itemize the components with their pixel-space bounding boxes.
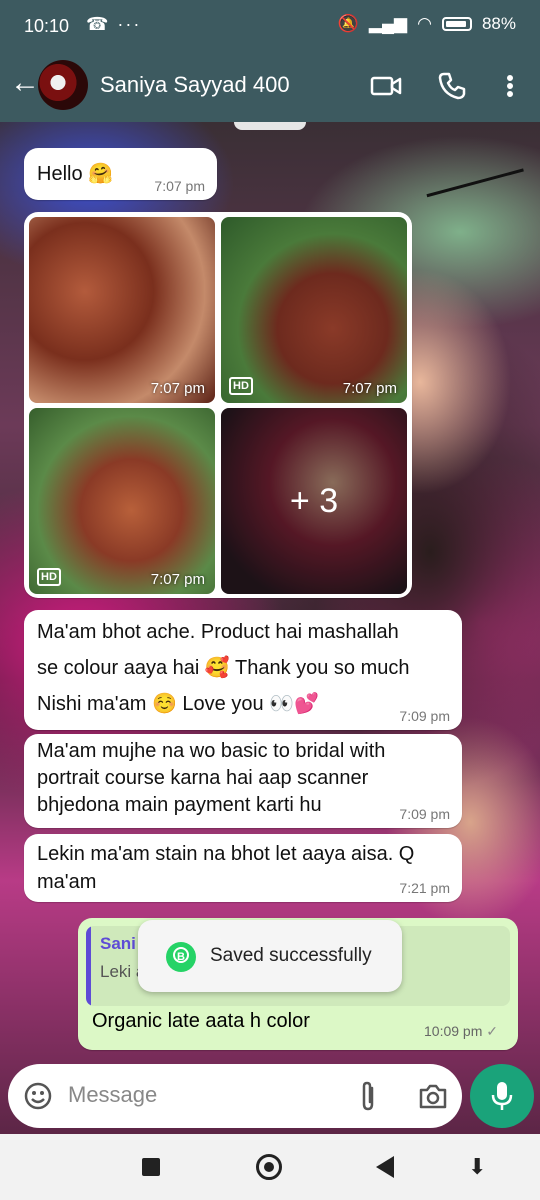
message-line: Ma'am bhot ache. Product hai mashallah [37, 621, 399, 643]
avatar[interactable] [38, 60, 88, 110]
photo-time: 7:07 pm [342, 380, 397, 397]
home-icon[interactable] [256, 1154, 282, 1180]
mute-icon: 🔕 [337, 14, 359, 33]
message-composer[interactable]: Message [8, 1064, 462, 1128]
message-time: 7:21 pm [399, 880, 450, 896]
hd-badge-icon: HD [229, 377, 253, 395]
nav-back-icon[interactable] [376, 1156, 394, 1178]
message-line: Nishi ma'am ☺️ Love you 👀💕 [37, 693, 319, 715]
status-time: 10:10 [24, 16, 70, 36]
video-call-icon[interactable] [370, 70, 402, 102]
photo-album[interactable]: 7:07 pm HD 7:07 pm HD 7:07 pm + 3 [24, 212, 412, 598]
hd-badge-icon: HD [37, 568, 61, 586]
toast: Saved successfully [138, 920, 402, 992]
message-line: se colour aaya hai 🥰 Thank you so much [37, 657, 410, 679]
battery-icon [441, 17, 472, 31]
system-nav-bar: ⬇ [0, 1134, 540, 1200]
signal-icon: ▂▄▆ [368, 14, 408, 33]
message-2[interactable]: Ma'am mujhe na wo basic to bridal with p… [24, 734, 462, 828]
quote-author: Sani [100, 934, 136, 953]
message-time: 7:07 pm [154, 178, 205, 194]
message-line: portrait course karna hai aap scanner [37, 767, 369, 789]
wifi-icon: ◠ [417, 14, 432, 33]
emoji-icon[interactable] [24, 1082, 52, 1110]
message-3[interactable]: Lekin ma'am stain na bhot let aaya aisa.… [24, 834, 462, 902]
album-photo-1[interactable]: 7:07 pm [29, 217, 215, 403]
message-text: Hello 🤗 [37, 163, 114, 185]
microphone-icon [491, 1082, 513, 1110]
message-time-value: 10:09 pm [424, 1023, 483, 1039]
voice-call-icon[interactable] [436, 70, 468, 102]
message-time: 7:09 pm [399, 806, 450, 822]
status-bar: 10:10 ☎ ··· 🔕 ▂▄▆ ◠ 88% [0, 0, 540, 52]
sent-tick-icon: ✓ [486, 1023, 498, 1039]
contact-name[interactable]: Saniya Sayyad 400 [100, 72, 290, 98]
message-line: Lekin ma'am stain na bhot let aaya aisa.… [37, 843, 415, 865]
album-photo-2[interactable]: HD 7:07 pm [221, 217, 407, 403]
message-text: Organic late aata h color [92, 1010, 310, 1032]
message-line: ma'am [37, 871, 97, 893]
photo-time: 7:07 pm [150, 571, 205, 588]
message-hello[interactable]: Hello 🤗 7:07 pm [24, 148, 217, 200]
message-time: 10:09 pm ✓ [424, 1023, 498, 1040]
toast-text: Saved successfully [210, 945, 372, 966]
message-1[interactable]: Ma'am bhot ache. Product hai mashallah s… [24, 610, 462, 730]
message-line: bhjedona main payment karti hu [37, 794, 322, 816]
recents-icon[interactable] [142, 1158, 160, 1176]
photo-time: 7:07 pm [150, 380, 205, 397]
back-arrow-icon[interactable]: ← [10, 68, 40, 98]
more-photos-count: + 3 [221, 408, 407, 594]
battery-percent: 88% [481, 14, 516, 33]
chat-area[interactable]: Hello 🤗 7:07 pm 7:07 pm HD 7:07 pm HD 7:… [0, 122, 540, 1134]
message-time: 7:09 pm [399, 708, 450, 724]
background-fan [416, 129, 524, 198]
status-left-icons: ☎ ··· [86, 14, 142, 34]
attach-icon[interactable] [358, 1080, 378, 1112]
camera-icon[interactable] [418, 1082, 448, 1110]
more-options-icon[interactable] [500, 70, 520, 102]
assistant-icon[interactable]: ⬇ [468, 1154, 486, 1180]
chat-header: ← Saniya Sayyad 400 [0, 52, 540, 122]
whatsapp-business-icon [166, 942, 196, 972]
message-input[interactable]: Message [68, 1082, 157, 1108]
voice-record-button[interactable] [470, 1064, 534, 1128]
album-photo-3[interactable]: HD 7:07 pm [29, 408, 215, 594]
album-photo-more[interactable]: + 3 [221, 408, 407, 594]
message-line: Ma'am mujhe na wo basic to bridal with [37, 740, 386, 762]
date-chip [234, 122, 306, 130]
quote-bar [86, 926, 91, 1006]
status-right: 🔕 ▂▄▆ ◠ 88% [338, 14, 516, 34]
